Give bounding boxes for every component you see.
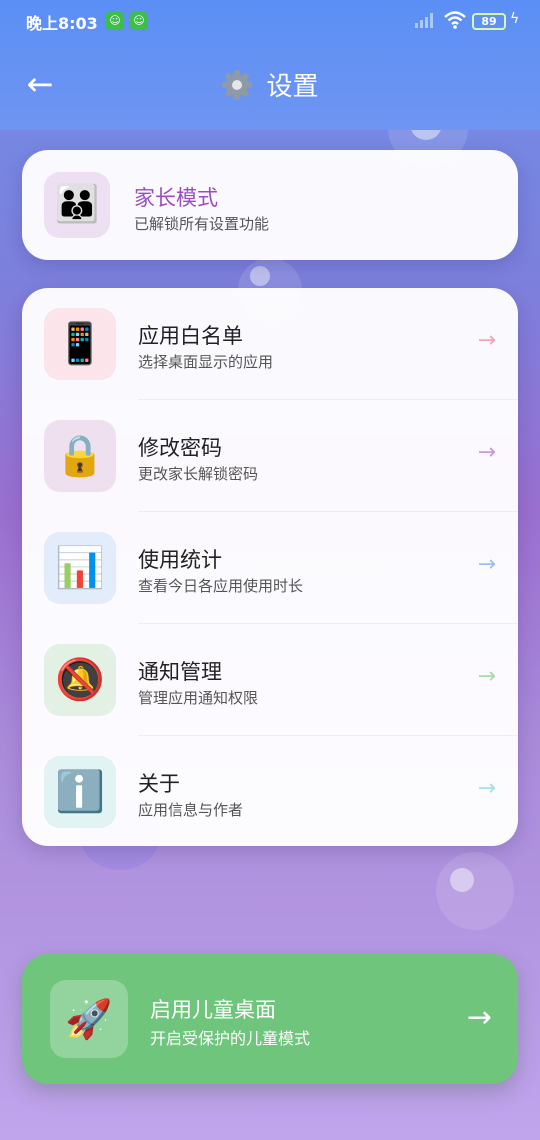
arrow-right-icon: → bbox=[466, 1000, 492, 1035]
app-notification-icon: ☺ bbox=[106, 12, 124, 30]
app-notification-icon: ☺ bbox=[130, 12, 148, 30]
bar-chart-icon: 📊 bbox=[44, 532, 116, 604]
status-bar: 晚上8:03 ☺ ☺ 89 ϟ bbox=[0, 0, 540, 44]
menu-item-title: 应用白名单 bbox=[138, 324, 243, 348]
decor-bubble bbox=[436, 852, 514, 930]
app-bar: 晚上8:03 ☺ ☺ 89 ϟ ← 设置 bbox=[0, 0, 540, 130]
arrow-right-icon: → bbox=[477, 328, 496, 353]
phone-icon: 📱 bbox=[44, 308, 116, 380]
status-time: 晚上8:03 bbox=[26, 14, 98, 33]
menu-item-title: 修改密码 bbox=[138, 436, 222, 460]
parent-mode-subtitle: 已解锁所有设置功能 bbox=[134, 215, 270, 233]
launch-subtitle: 开启受保护的儿童模式 bbox=[150, 1029, 311, 1048]
arrow-right-icon: → bbox=[477, 440, 496, 465]
gear-icon bbox=[222, 69, 253, 100]
menu-item-title: 通知管理 bbox=[138, 660, 222, 684]
parent-mode-card[interactable]: 👪 家长模式 已解锁所有设置功能 bbox=[22, 150, 518, 260]
header: 设置 bbox=[0, 66, 540, 106]
settings-menu: 📱 应用白名单 选择桌面显示的应用 → 🔒 修改密码 更改家长解锁密码 → 📊 … bbox=[22, 288, 518, 846]
menu-item-title: 使用统计 bbox=[138, 548, 222, 572]
family-icon: 👪 bbox=[44, 172, 110, 238]
menu-item-notifications[interactable]: 🔕 通知管理 管理应用通知权限 → bbox=[22, 624, 518, 736]
menu-item-title: 关于 bbox=[138, 772, 180, 796]
bell-off-icon: 🔕 bbox=[44, 644, 116, 716]
lock-icon: 🔒 bbox=[44, 420, 116, 492]
decor-dot bbox=[250, 266, 270, 286]
wifi-icon bbox=[444, 11, 466, 29]
menu-item-subtitle: 选择桌面显示的应用 bbox=[138, 353, 274, 371]
parent-mode-title: 家长模式 bbox=[134, 186, 218, 210]
menu-item-subtitle: 管理应用通知权限 bbox=[138, 689, 259, 707]
decor-dot bbox=[450, 868, 474, 892]
menu-item-subtitle: 更改家长解锁密码 bbox=[138, 465, 259, 483]
launch-kids-desktop-button[interactable]: 🚀 启用儿童桌面 开启受保护的儿童模式 → bbox=[22, 954, 518, 1084]
menu-item-subtitle: 查看今日各应用使用时长 bbox=[138, 577, 304, 595]
arrow-right-icon: → bbox=[477, 776, 496, 801]
info-icon: ℹ️ bbox=[44, 756, 116, 828]
page-title: 设置 bbox=[266, 72, 319, 102]
menu-item-password[interactable]: 🔒 修改密码 更改家长解锁密码 → bbox=[22, 400, 518, 512]
signal-icon bbox=[415, 13, 433, 28]
arrow-right-icon: → bbox=[477, 552, 496, 577]
charging-icon: ϟ bbox=[510, 11, 520, 27]
menu-item-statistics[interactable]: 📊 使用统计 查看今日各应用使用时长 → bbox=[22, 512, 518, 624]
menu-item-whitelist[interactable]: 📱 应用白名单 选择桌面显示的应用 → bbox=[22, 288, 518, 400]
rocket-icon: 🚀 bbox=[50, 980, 128, 1058]
arrow-right-icon: → bbox=[477, 664, 496, 689]
menu-item-subtitle: 应用信息与作者 bbox=[138, 801, 244, 819]
menu-item-about[interactable]: ℹ️ 关于 应用信息与作者 → bbox=[22, 736, 518, 848]
battery-indicator: 89 bbox=[472, 13, 506, 30]
launch-title: 启用儿童桌面 bbox=[150, 998, 276, 1022]
